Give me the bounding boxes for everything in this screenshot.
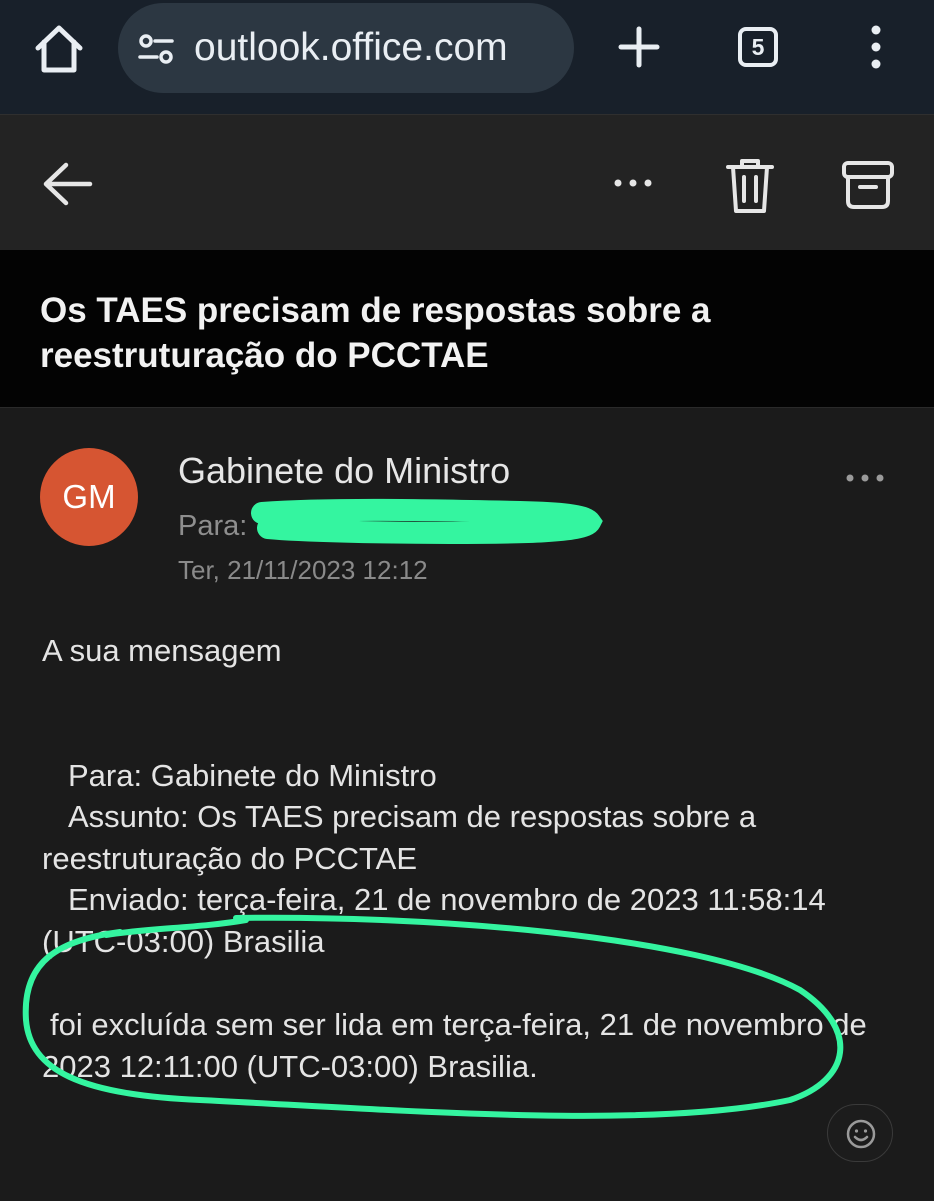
mail-toolbar [0, 114, 934, 251]
body-intro: A sua mensagem [42, 633, 282, 668]
message-more-button[interactable] [842, 468, 888, 488]
home-icon [35, 25, 83, 73]
more-horizontal-icon [614, 179, 652, 187]
tab-switcher-button[interactable]: 5 [738, 27, 778, 67]
home-button[interactable] [30, 20, 88, 78]
body-sent-line: Enviado: terça-feira, 21 de novembro de … [42, 882, 826, 959]
plus-icon [618, 26, 660, 68]
smiley-icon [846, 1119, 876, 1149]
site-settings-icon[interactable] [136, 29, 176, 69]
sent-date: Ter, 21/11/2023 12:12 [178, 555, 428, 585]
recipient-line[interactable]: Para: [178, 507, 247, 545]
body-subject-line: Assunto: Os TAES precisam de respostas s… [42, 799, 757, 876]
avatar[interactable]: GM [40, 448, 138, 546]
more-actions-button[interactable] [604, 163, 660, 203]
url-text[interactable]: outlook.office.com [194, 21, 508, 75]
browser-toolbar: outlook.office.com 5 [0, 0, 934, 114]
browser-menu-button[interactable] [860, 20, 890, 74]
back-arrow-icon [43, 162, 93, 206]
subject-header: Os TAES precisam de respostas sobre a re… [0, 250, 934, 407]
more-vertical-icon [871, 25, 881, 69]
body-deleted-line: foi excluída sem ser lida em terça-feira… [42, 1007, 867, 1084]
message-card: GM Gabinete do Ministro Para: Ter, 21/11… [0, 407, 934, 1201]
body-to-line: Para: Gabinete do Ministro [68, 757, 437, 793]
reaction-button[interactable] [827, 1104, 893, 1162]
delete-button[interactable] [722, 155, 778, 219]
address-bar[interactable]: outlook.office.com [118, 3, 574, 93]
back-button[interactable] [40, 159, 96, 209]
email-subject: Os TAES precisam de respostas sobre a re… [40, 291, 711, 375]
archive-button[interactable] [838, 157, 898, 213]
more-horizontal-icon [846, 474, 884, 482]
message-body: A sua mensagem Para: Gabinete do Ministr… [42, 630, 902, 1087]
to-label: Para: [178, 510, 248, 542]
sender-name[interactable]: Gabinete do Ministro [178, 448, 510, 494]
archive-icon [842, 161, 894, 209]
trash-icon [726, 159, 774, 213]
new-tab-button[interactable] [612, 20, 666, 74]
